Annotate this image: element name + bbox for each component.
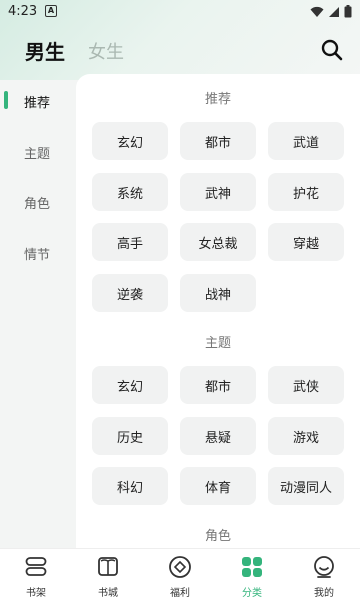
nav-label: 福利 (170, 588, 190, 599)
category-icon (242, 557, 262, 577)
tag-button[interactable]: 历史 (92, 417, 168, 455)
tag-button[interactable]: 系统 (92, 173, 168, 211)
sidebar-item-label: 主题 (24, 147, 51, 162)
tag-button[interactable]: 护花 (268, 173, 344, 211)
system-icons (310, 5, 352, 18)
status-bar: 4:23 A (0, 0, 360, 24)
tag-button[interactable]: 玄幻 (92, 122, 168, 160)
tag-button[interactable]: 战神 (180, 274, 256, 312)
tag-button[interactable]: 玄幻 (92, 366, 168, 404)
tag-button[interactable]: 武道 (268, 122, 344, 160)
active-indicator (4, 91, 8, 109)
sidebar-item-label: 角色 (24, 197, 51, 212)
sidebar-item-label: 推荐 (24, 96, 51, 111)
signal-icon (329, 6, 339, 17)
tag-button[interactable]: 穿越 (268, 223, 344, 261)
tab-female[interactable]: 女生 (88, 38, 124, 64)
tag-button[interactable]: 都市 (180, 366, 256, 404)
tag-button[interactable]: 武神 (180, 173, 256, 211)
profile-icon (314, 556, 334, 578)
nav-profile[interactable]: 我的 (288, 549, 360, 600)
sidebar-item-plot[interactable]: 情节 (0, 238, 76, 266)
section-title-role: 角色 (204, 529, 231, 544)
tag-button[interactable]: 都市 (180, 122, 256, 160)
section-title-recommend: 推荐 (204, 92, 231, 107)
nav-bookshelf[interactable]: 书架 (0, 549, 72, 600)
tag-button[interactable]: 悬疑 (180, 417, 256, 455)
tag-button[interactable]: 逆袭 (92, 274, 168, 312)
nav-bookstore[interactable]: 书城 (72, 549, 144, 600)
nav-category[interactable]: 分类 (216, 549, 288, 600)
bottom-navigation: 书架 书城 福利 分类 我的 (0, 548, 360, 600)
tag-button[interactable]: 武侠 (268, 366, 344, 404)
sidebar-item-label: 情节 (24, 248, 51, 263)
sidebar-item-recommend[interactable]: 推荐 (0, 86, 76, 114)
bookshelf-icon (25, 557, 47, 576)
battery-icon (344, 5, 352, 18)
sidebar-item-theme[interactable]: 主题 (0, 137, 76, 165)
book-icon (98, 557, 118, 576)
nav-label: 书城 (98, 588, 118, 599)
section-title-theme: 主题 (204, 336, 231, 351)
tag-button[interactable]: 动漫同人 (268, 467, 344, 505)
nav-label: 分类 (242, 588, 262, 599)
nav-label: 我的 (314, 588, 334, 599)
tag-button[interactable]: 科幻 (92, 467, 168, 505)
notification-icon: A (45, 5, 57, 17)
sidebar-item-role[interactable]: 角色 (0, 187, 76, 215)
category-content[interactable]: 推荐 玄幻 都市 武道 系统 武神 护花 高手 女总裁 穿越 逆袭 战神 主题 … (76, 74, 360, 548)
category-sidebar: 推荐 主题 角色 情节 (0, 78, 76, 548)
tab-male[interactable]: 男生 (25, 36, 65, 65)
coin-icon (169, 556, 191, 578)
search-icon[interactable] (320, 38, 344, 62)
nav-label: 书架 (26, 588, 46, 599)
status-time: 4:23 (8, 4, 38, 19)
category-header: 男生 女生 (0, 30, 360, 70)
tag-button[interactable]: 高手 (92, 223, 168, 261)
tag-button[interactable]: 女总裁 (180, 223, 256, 261)
tag-button[interactable]: 体育 (180, 467, 256, 505)
wifi-icon (310, 6, 324, 17)
tag-button[interactable]: 游戏 (268, 417, 344, 455)
nav-welfare[interactable]: 福利 (144, 549, 216, 600)
